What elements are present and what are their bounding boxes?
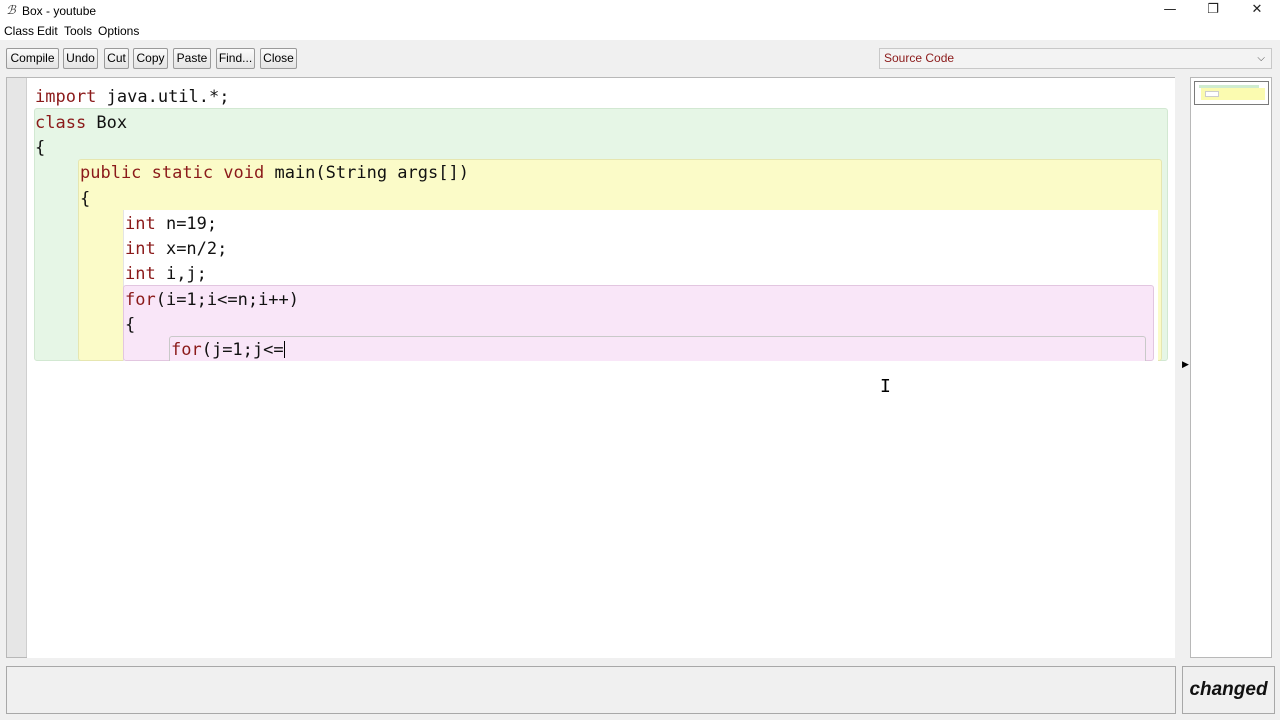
menu-class[interactable]: Class	[4, 24, 34, 38]
code-line: for(j=1;j<=	[171, 340, 285, 360]
code-keyword: public static void	[80, 163, 265, 183]
code-text: x=n/2;	[155, 239, 228, 259]
undo-button[interactable]: Undo	[63, 48, 98, 69]
navigation-view[interactable]	[1190, 77, 1272, 658]
code-text: (j=1;j<=	[201, 340, 284, 360]
menu-options[interactable]: Options	[98, 24, 139, 38]
chevron-down-icon: ⌵	[1257, 53, 1265, 64]
code-line: int n=19;	[125, 214, 217, 234]
code-keyword: int	[125, 264, 156, 284]
copy-button[interactable]: Copy	[133, 48, 168, 69]
view-select[interactable]: Source Code ⌵	[879, 48, 1272, 69]
splitter-arrow-icon[interactable]: ▶	[1182, 360, 1189, 370]
editor-gutter[interactable]	[7, 78, 27, 657]
menu-tools[interactable]: Tools	[64, 24, 92, 38]
code-text: {	[125, 315, 136, 335]
title-bar: ℬ Box - youtube — ❐ ✕	[0, 0, 1280, 21]
code-keyword: for	[125, 290, 156, 310]
code-line: {	[35, 138, 45, 158]
code-text: n=19;	[155, 214, 218, 234]
window-title: Box - youtube	[22, 4, 97, 18]
text-caret	[283, 341, 285, 358]
compile-button[interactable]: Compile	[6, 48, 59, 69]
navigation-thumbnail[interactable]	[1194, 81, 1269, 105]
code-line: int i,j;	[125, 264, 207, 284]
code-keyword: for	[171, 340, 202, 360]
code-line: int x=n/2;	[125, 239, 227, 259]
code-keyword: import	[35, 87, 97, 107]
code-text: {	[35, 138, 46, 158]
code-line: public static void main(String args[])	[80, 163, 469, 183]
minimize-button[interactable]: —	[1150, 0, 1190, 21]
close-window-button[interactable]: ✕	[1237, 0, 1277, 21]
source-editor[interactable]: import java.util.*; class Box { public s…	[6, 77, 1182, 658]
code-text: {	[80, 189, 91, 209]
cut-button[interactable]: Cut	[104, 48, 129, 69]
code-line: class Box	[35, 113, 127, 133]
code-text: i,j;	[155, 264, 207, 284]
find-button[interactable]: Find...	[216, 48, 255, 69]
code-keyword: int	[125, 239, 156, 259]
editor-scrollbar[interactable]	[1175, 77, 1182, 658]
code-line: import java.util.*;	[35, 87, 229, 107]
code-text: (i=1;i<=n;i++)	[155, 290, 300, 310]
code-keyword: int	[125, 214, 156, 234]
code-line: for(i=1;i<=n;i++)	[125, 290, 299, 310]
menu-edit[interactable]: Edit	[37, 24, 58, 38]
thumb-body-scope	[1205, 91, 1219, 97]
menu-bar: Class Edit Tools Options	[0, 21, 1280, 40]
code-text: Box	[86, 113, 128, 133]
editor-empty-area	[27, 361, 1181, 658]
code-line: {	[125, 315, 135, 335]
code-text: java.util.*;	[96, 87, 230, 107]
code-keyword: class	[35, 113, 87, 133]
inner-loop-scope-highlight	[169, 336, 1146, 361]
code-text: main(String args[])	[264, 163, 469, 183]
restore-button[interactable]: ❐	[1193, 0, 1233, 21]
code-line: {	[80, 189, 90, 209]
bluej-app-icon: ℬ	[6, 3, 16, 17]
ibeam-cursor-icon: I	[880, 376, 891, 397]
paste-button[interactable]: Paste	[173, 48, 211, 69]
changed-indicator: changed	[1182, 666, 1275, 714]
close-button[interactable]: Close	[260, 48, 297, 69]
status-message-box	[6, 666, 1176, 714]
view-select-value: Source Code	[884, 51, 955, 65]
